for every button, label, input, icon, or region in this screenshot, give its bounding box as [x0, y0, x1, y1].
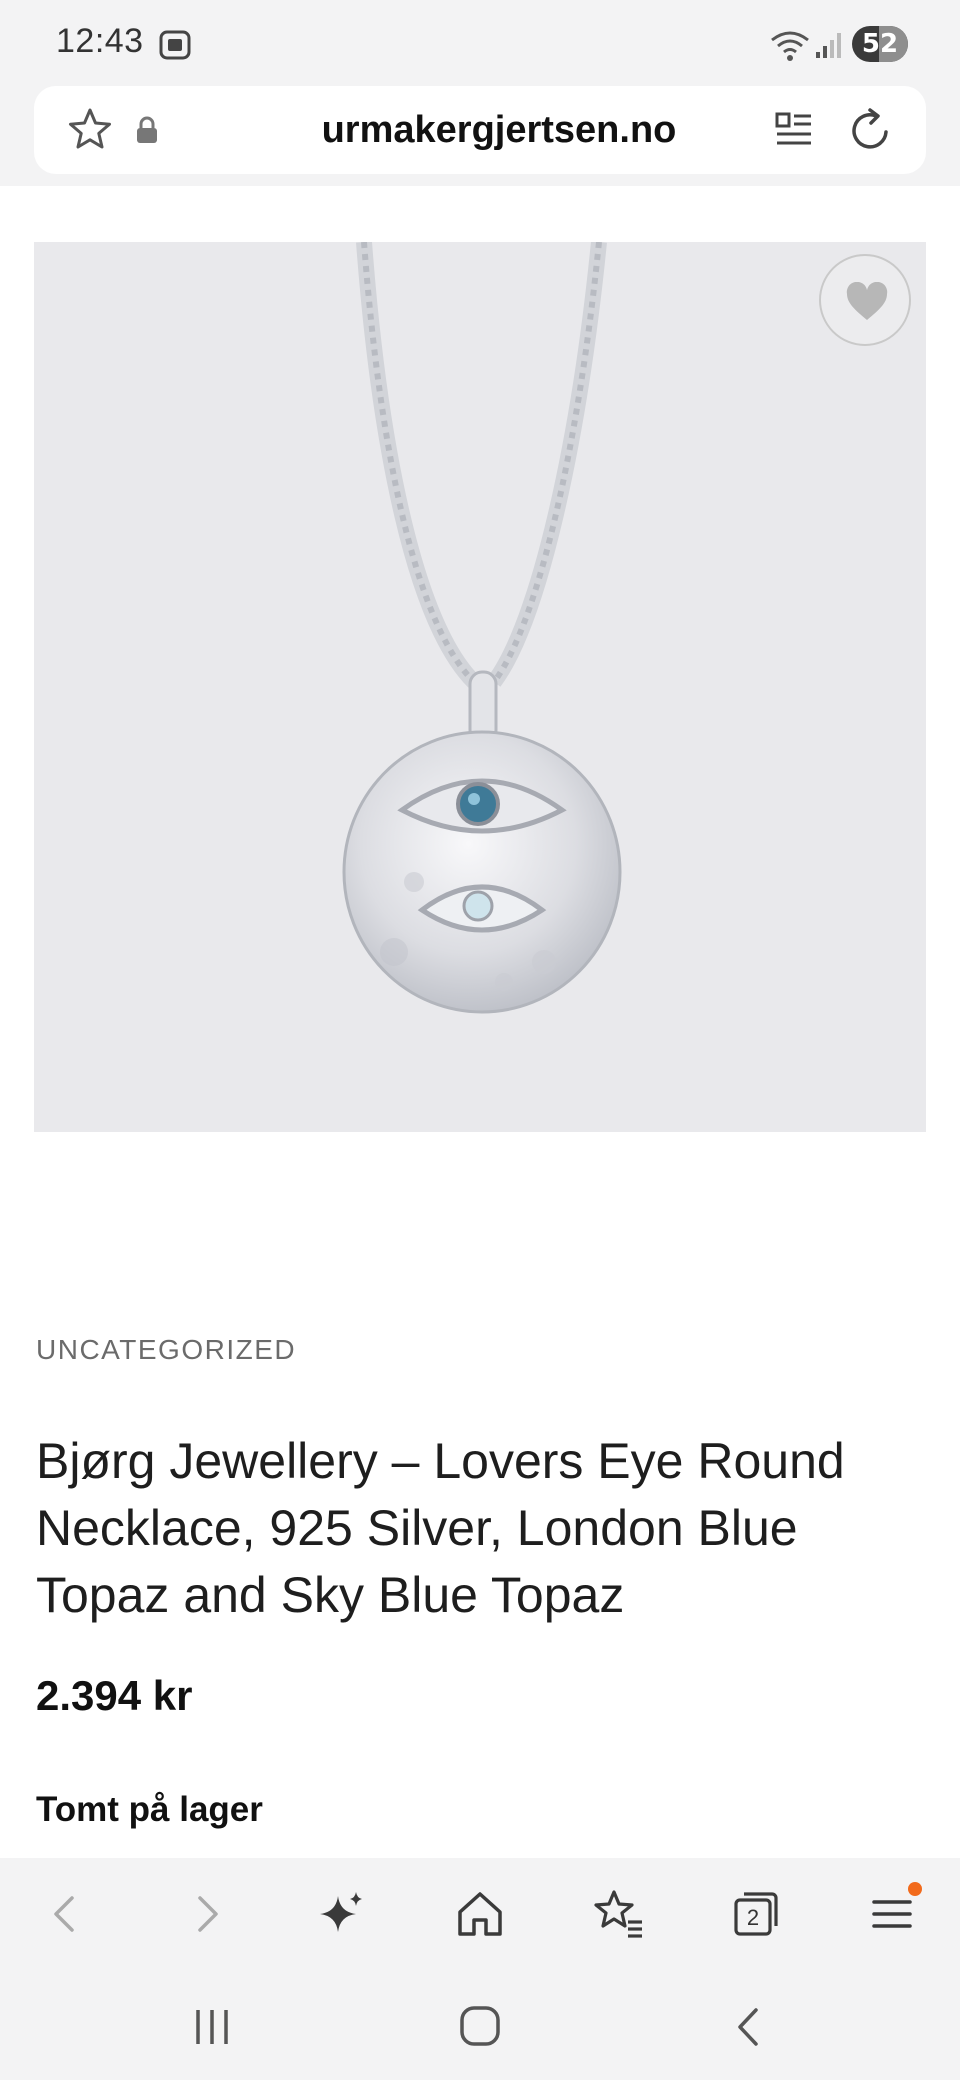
tabs-button[interactable]: 2 — [724, 1884, 784, 1944]
sparkle-icon[interactable] — [312, 1884, 372, 1944]
url-text[interactable]: urmakergjertsen.no — [194, 86, 804, 174]
address-bar[interactable]: urmakergjertsen.no — [34, 86, 926, 174]
browser-toolbar: 2 — [0, 1858, 960, 1970]
status-bar: 12:43 52 — [0, 0, 960, 86]
home-icon[interactable] — [450, 1884, 510, 1944]
wifi-icon — [770, 28, 810, 62]
product-price: 2.394 kr — [36, 1672, 193, 1719]
necklace-photo — [342, 242, 622, 1014]
notification-dot — [908, 1882, 922, 1896]
reader-mode-icon[interactable] — [774, 108, 814, 152]
battery-level: 52 — [861, 29, 899, 59]
back-icon[interactable] — [36, 1884, 96, 1944]
wishlist-button[interactable] — [819, 254, 911, 346]
tab-count: 2 — [746, 1905, 760, 1930]
product-title: Bjørg Jewellery – Lovers Eye Round Neckl… — [36, 1433, 845, 1623]
browser-chrome-top: urmakergjertsen.no — [0, 86, 960, 186]
lock-icon — [134, 116, 160, 144]
reload-icon[interactable] — [848, 106, 894, 154]
bookmarks-icon[interactable] — [588, 1884, 648, 1944]
battery-icon: 52 — [852, 26, 908, 62]
product-category[interactable]: UNCATEGORIZED — [36, 1334, 296, 1366]
heart-icon — [846, 282, 888, 320]
product-image[interactable] — [34, 242, 926, 1132]
cast-icon — [158, 28, 192, 62]
status-time: 12:43 — [56, 22, 144, 60]
system-navigation-bar — [0, 1970, 960, 2080]
star-icon[interactable] — [66, 106, 114, 154]
home-icon[interactable] — [450, 2002, 510, 2052]
back-icon[interactable] — [720, 2002, 780, 2052]
recents-icon[interactable] — [182, 2002, 242, 2052]
signal-icon — [814, 30, 844, 60]
stock-status: Tomt på lager — [36, 1790, 263, 1829]
forward-icon[interactable] — [176, 1884, 236, 1944]
menu-icon[interactable] — [862, 1882, 922, 1944]
